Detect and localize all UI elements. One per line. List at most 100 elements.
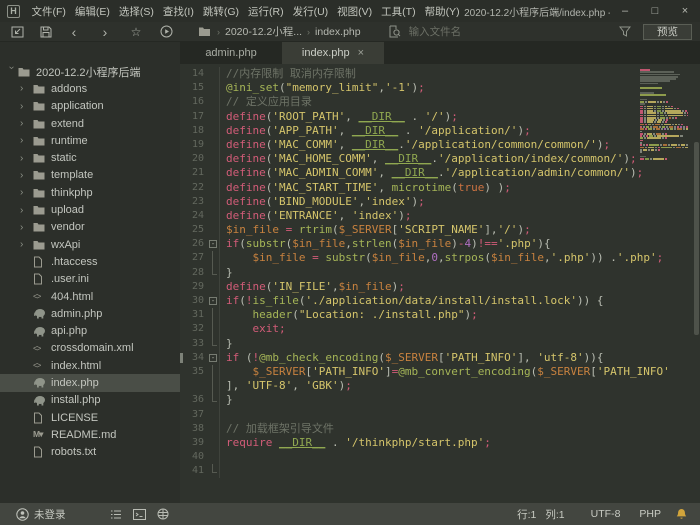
code-line-41[interactable]: 41 bbox=[180, 464, 700, 478]
code-line-26[interactable]: 26-if(substr($in_file,strlen($in_file)-4… bbox=[180, 237, 700, 251]
tree-item-.user.ini[interactable]: .user.ini bbox=[0, 271, 180, 288]
code-line-19[interactable]: 19define('MAC_COMM', __DIR__.'/applicati… bbox=[180, 138, 700, 152]
code-line-25[interactable]: 25$in_file = rtrim($_SERVER['SCRIPT_NAME… bbox=[180, 223, 700, 237]
code-line-15[interactable]: 15@ini_set("memory_limit",'-1'); bbox=[180, 81, 700, 95]
encoding-label[interactable]: UTF-8 bbox=[591, 508, 621, 520]
code-line-39[interactable]: 39require __DIR__ . '/thinkphp/start.php… bbox=[180, 436, 700, 450]
code-line-18[interactable]: 18define('APP_PATH', __DIR__ . '/applica… bbox=[180, 124, 700, 138]
chevron-down-icon[interactable]: › bbox=[6, 66, 17, 79]
chevron-right-icon[interactable]: › bbox=[20, 205, 33, 216]
save-icon[interactable] bbox=[38, 24, 54, 40]
code-line-28[interactable]: 28} bbox=[180, 266, 700, 280]
menu-item-8[interactable]: 工具(T) bbox=[377, 4, 420, 19]
menu-item-4[interactable]: 跳转(G) bbox=[198, 4, 243, 19]
cursor-col[interactable]: 列:1 bbox=[545, 507, 564, 522]
code-line-21[interactable]: 21define('MAC_ADMIN_COMM', __DIR__.'/app… bbox=[180, 166, 700, 180]
code-line-23[interactable]: 23define('BIND_MODULE','index'); bbox=[180, 195, 700, 209]
run-icon[interactable] bbox=[158, 24, 174, 40]
code-line-33[interactable]: 33} bbox=[180, 337, 700, 351]
code-line-40[interactable]: 40 bbox=[180, 450, 700, 464]
code-line-24[interactable]: 24define('ENTRANCE', 'index'); bbox=[180, 209, 700, 223]
back-icon[interactable]: ‹ bbox=[66, 24, 82, 40]
menu-item-5[interactable]: 运行(R) bbox=[244, 4, 289, 19]
chevron-right-icon[interactable]: › bbox=[20, 101, 33, 112]
minimize-icon[interactable]: – bbox=[610, 0, 640, 22]
tree-item-admin.php[interactable]: admin.php bbox=[0, 305, 180, 322]
code-line-38[interactable]: 38// 加载框架引导文件 bbox=[180, 422, 700, 436]
menu-item-3[interactable]: 查找(I) bbox=[158, 4, 198, 19]
tree-item-extend[interactable]: ›extend bbox=[0, 115, 180, 132]
tree-item-crossdomain.xml[interactable]: <>crossdomain.xml bbox=[0, 340, 180, 357]
tree-item-index.html[interactable]: <>index.html bbox=[0, 357, 180, 374]
open-project-icon[interactable] bbox=[9, 24, 25, 40]
tree-item-robots.txt[interactable]: robots.txt bbox=[0, 444, 180, 461]
chevron-right-icon[interactable]: › bbox=[20, 83, 33, 94]
filter-icon[interactable] bbox=[617, 24, 633, 40]
fold-collapse-icon[interactable]: - bbox=[209, 240, 217, 248]
chevron-right-icon[interactable]: › bbox=[20, 187, 33, 198]
close-icon[interactable]: × bbox=[670, 0, 700, 22]
bell-icon[interactable] bbox=[676, 508, 687, 520]
tab-close-icon[interactable]: × bbox=[358, 47, 364, 59]
tree-root[interactable]: ›2020-12.2小程序后端 bbox=[0, 63, 180, 80]
fold-collapse-icon[interactable]: - bbox=[209, 297, 217, 305]
chevron-right-icon[interactable]: › bbox=[20, 170, 33, 181]
breadcrumb-project[interactable]: 2020-12.2小程... bbox=[225, 24, 302, 39]
language-label[interactable]: PHP bbox=[639, 508, 661, 520]
code-line-wrap[interactable]: ], 'UTF-8', 'GBK'); bbox=[180, 379, 700, 393]
code-line-17[interactable]: 17define('ROOT_PATH', __DIR__ . '/'); bbox=[180, 110, 700, 124]
tree-item-vendor[interactable]: ›vendor bbox=[0, 219, 180, 236]
tree-item-runtime[interactable]: ›runtime bbox=[0, 132, 180, 149]
code-line-37[interactable]: 37 bbox=[180, 408, 700, 422]
scrollbar-thumb[interactable] bbox=[694, 142, 699, 335]
code-line-32[interactable]: 32 exit; bbox=[180, 322, 700, 336]
login-status[interactable]: 未登录 bbox=[16, 507, 66, 522]
tree-item-install.php[interactable]: install.php bbox=[0, 392, 180, 409]
fold-column[interactable]: - bbox=[207, 237, 220, 251]
tree-item-thinkphp[interactable]: ›thinkphp bbox=[0, 184, 180, 201]
code-line-30[interactable]: 30-if(!is_file('./application/data/insta… bbox=[180, 294, 700, 308]
fold-column[interactable]: - bbox=[207, 294, 220, 308]
chevron-right-icon[interactable]: › bbox=[20, 222, 33, 233]
forward-icon[interactable]: › bbox=[97, 24, 113, 40]
tree-item-index.php[interactable]: index.php bbox=[0, 374, 180, 391]
code-area[interactable]: 14//内存限制 取消内存限制15@ini_set("memory_limit"… bbox=[180, 64, 700, 503]
menu-item-2[interactable]: 选择(S) bbox=[114, 4, 158, 19]
star-icon[interactable]: ☆ bbox=[128, 24, 144, 40]
validate-icon[interactable] bbox=[157, 508, 169, 520]
tree-item-template[interactable]: ›template bbox=[0, 167, 180, 184]
code-line-36[interactable]: 36} bbox=[180, 393, 700, 407]
menu-item-9[interactable]: 帮助(Y) bbox=[420, 4, 464, 19]
chevron-right-icon[interactable]: › bbox=[20, 239, 33, 250]
fold-collapse-icon[interactable]: - bbox=[209, 354, 217, 362]
code-line-22[interactable]: 22define('MAC_START_TIME', microtime(tru… bbox=[180, 181, 700, 195]
menu-item-7[interactable]: 视图(V) bbox=[333, 4, 377, 19]
console-icon[interactable] bbox=[133, 509, 146, 520]
tab-admin.php[interactable]: admin.php bbox=[180, 42, 282, 64]
cursor-line[interactable]: 行:1 bbox=[517, 507, 536, 522]
preview-button[interactable]: 预览 bbox=[643, 24, 692, 40]
tree-item-wxApi[interactable]: ›wxApi bbox=[0, 236, 180, 253]
chevron-right-icon[interactable]: › bbox=[20, 135, 33, 146]
chevron-right-icon[interactable]: › bbox=[20, 118, 33, 129]
tree-item-LICENSE[interactable]: LICENSE bbox=[0, 409, 180, 426]
breadcrumb-file[interactable]: index.php bbox=[315, 26, 361, 38]
tree-item-README.md[interactable]: M▾README.md bbox=[0, 426, 180, 443]
tree-item-upload[interactable]: ›upload bbox=[0, 201, 180, 218]
tree-item-.htaccess[interactable]: .htaccess bbox=[0, 253, 180, 270]
minimap[interactable] bbox=[640, 69, 688, 165]
outline-icon[interactable] bbox=[110, 509, 122, 520]
menu-item-6[interactable]: 发行(U) bbox=[288, 4, 333, 19]
code-line-14[interactable]: 14//内存限制 取消内存限制 bbox=[180, 67, 700, 81]
code-line-29[interactable]: 29define('IN_FILE',$in_file); bbox=[180, 280, 700, 294]
code-line-35[interactable]: 35 $_SERVER['PATH_INFO']=@mb_convert_enc… bbox=[180, 365, 700, 379]
maximize-icon[interactable]: □ bbox=[640, 0, 670, 22]
tree-item-application[interactable]: ›application bbox=[0, 98, 180, 115]
code-line-20[interactable]: 20define('MAC_HOME_COMM', __DIR__.'/appl… bbox=[180, 152, 700, 166]
code-line-34[interactable]: 34-if (!@mb_check_encoding($_SERVER['PAT… bbox=[180, 351, 700, 365]
tree-item-api.php[interactable]: api.php bbox=[0, 322, 180, 339]
tab-index.php[interactable]: index.php× bbox=[282, 42, 384, 64]
tree-item-addons[interactable]: ›addons bbox=[0, 80, 180, 97]
search-input[interactable] bbox=[409, 26, 579, 38]
menu-item-0[interactable]: 文件(F) bbox=[27, 4, 70, 19]
